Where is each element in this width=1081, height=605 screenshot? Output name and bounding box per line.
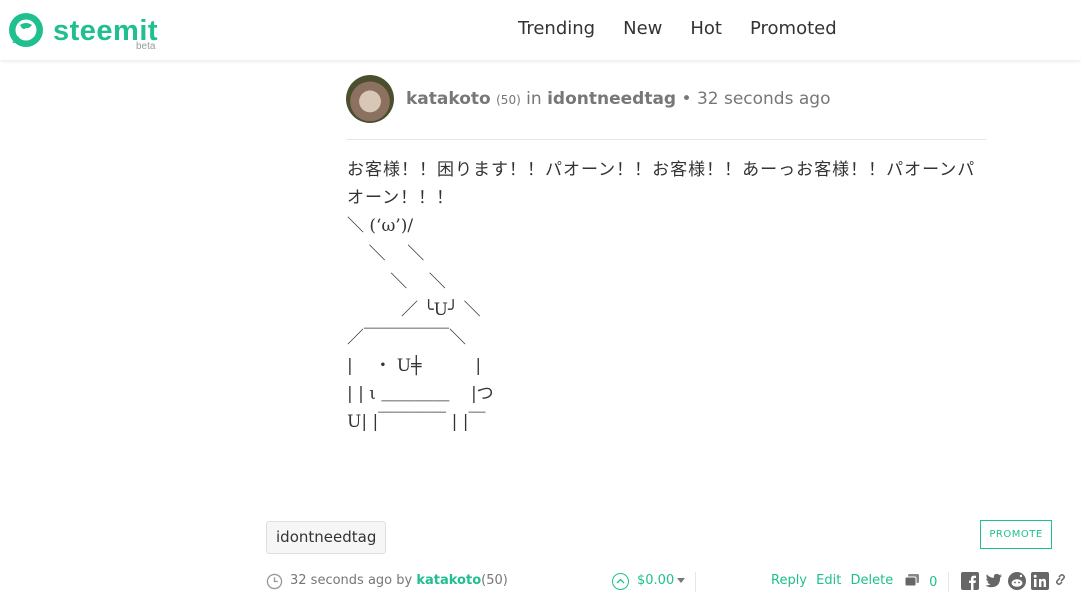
brand-badge: beta: [136, 41, 156, 52]
post-actions: Reply Edit Delete: [771, 573, 898, 588]
bullet: •: [681, 89, 692, 109]
share-icons: [961, 572, 1066, 590]
post-category[interactable]: idontneedtag: [547, 89, 676, 109]
twitter-icon[interactable]: [984, 572, 1003, 590]
steemit-logo-icon: [9, 13, 43, 47]
author-avatar[interactable]: [346, 75, 394, 123]
delete-link[interactable]: Delete: [850, 573, 893, 588]
in-text: in: [526, 89, 542, 109]
clock-icon: [266, 573, 283, 590]
post-time: 32 seconds ago: [696, 89, 831, 109]
author-reputation: (50): [496, 93, 521, 107]
upvote-button[interactable]: [612, 573, 629, 590]
author-name[interactable]: katakoto: [406, 89, 491, 109]
linkedin-icon[interactable]: [1031, 572, 1049, 590]
comments-icon: [904, 574, 919, 587]
comments-link[interactable]: 0: [904, 573, 937, 590]
footer-separator: [695, 572, 696, 592]
promote-button[interactable]: PROMOTE: [980, 520, 1052, 549]
divider: [346, 139, 986, 140]
caret-down-icon: [677, 578, 686, 583]
payout-value: $0.00: [637, 573, 675, 588]
post-ascii-art: ＼ (‘ω’)/ ＼ ＼ ＼ ＼ ／ ╰U╯ ＼ ／￣￣￣￣￣＼ | ・ U╪ …: [347, 216, 494, 432]
post-footer: 32 seconds ago by katakoto(50) $0.00 Rep…: [0, 572, 1081, 592]
chevron-up-icon: [616, 578, 625, 584]
top-header: steemit beta Trending New Hot Promoted: [0, 0, 1081, 60]
link-icon[interactable]: [1054, 572, 1066, 590]
post-body: お客様！！困ります！！パオーン！！お客様！！あーっお客様！！パオーンパオーン！！…: [347, 156, 987, 436]
footer-time-line: 32 seconds ago by katakoto(50): [290, 573, 508, 588]
footer-by: by: [396, 573, 413, 588]
payout-dropdown[interactable]: $0.00: [637, 573, 686, 588]
post-text: お客様！！困ります！！パオーン！！お客様！！あーっお客様！！パオーンパオーン！！…: [347, 160, 976, 208]
reddit-icon[interactable]: [1008, 572, 1026, 590]
footer-reputation: (50): [481, 573, 508, 588]
post-author-line: katakoto (50) in idontneedtag • 32 secon…: [406, 89, 830, 109]
footer-separator: [948, 572, 949, 592]
facebook-icon[interactable]: [961, 572, 979, 590]
footer-time: 32 seconds ago: [290, 573, 393, 588]
steemit-logo[interactable]: steemit beta: [6, 9, 166, 53]
nav-promoted[interactable]: Promoted: [736, 18, 851, 39]
nav-hot[interactable]: Hot: [676, 18, 736, 39]
main-nav: Trending New Hot Promoted: [504, 18, 851, 39]
nav-trending[interactable]: Trending: [504, 18, 609, 39]
footer-author[interactable]: katakoto: [416, 573, 481, 588]
reply-link[interactable]: Reply: [771, 573, 807, 588]
comment-count: 0: [929, 575, 938, 590]
nav-new[interactable]: New: [609, 18, 676, 39]
edit-link[interactable]: Edit: [816, 573, 841, 588]
tag-idontneedtag[interactable]: idontneedtag: [266, 521, 387, 554]
